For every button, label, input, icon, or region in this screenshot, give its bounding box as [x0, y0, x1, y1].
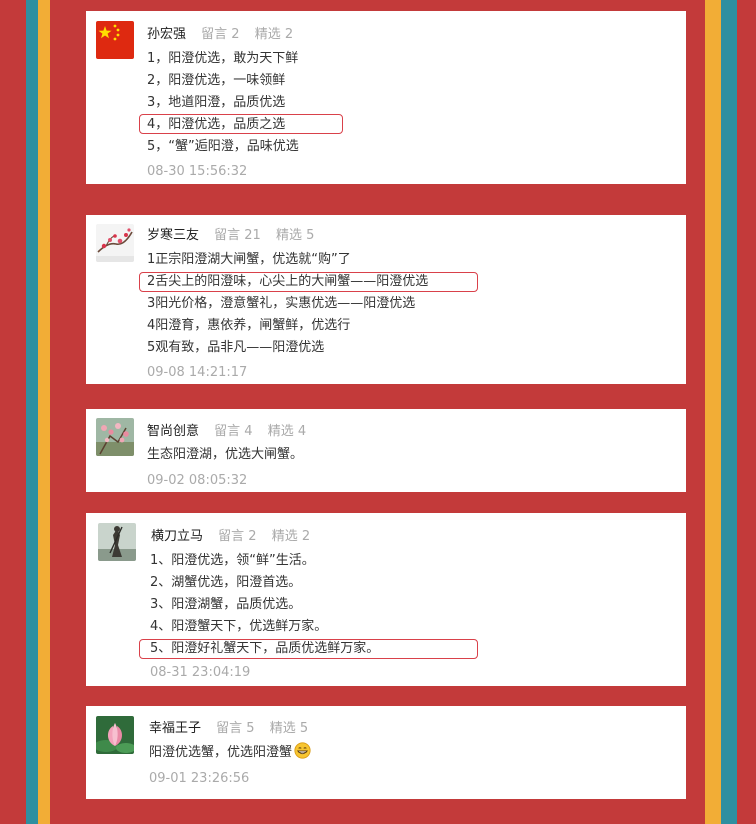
- commenter-name[interactable]: 智尚创意: [147, 424, 199, 439]
- comment-count: 留言 2: [201, 27, 240, 42]
- right-teal-stripe: [721, 0, 737, 824]
- left-teal-stripe: [26, 0, 38, 824]
- commenter-name[interactable]: 孙宏强: [147, 27, 186, 42]
- right-gold-stripe: [705, 0, 721, 824]
- grinning-face-icon: [294, 742, 311, 759]
- left-red-stripe: [0, 0, 26, 824]
- selected-count: 精选 5: [275, 228, 315, 243]
- peach-blossom-icon[interactable]: [96, 418, 134, 456]
- comment-count: 留言 2: [218, 529, 257, 544]
- comment-line-highlighted: 2舌尖上的阳澄味，心尖上的大闸蟹——阳澄优选: [147, 274, 429, 289]
- comment-card: 智尚创意 留言 4 精选 4 生态阳澄湖，优选大闸蟹。 09-02 08:05:…: [86, 409, 686, 492]
- comment-line: 4、阳澄蟹天下，优选鲜万家。: [150, 619, 328, 634]
- commenter-name[interactable]: 幸福王子: [149, 721, 201, 736]
- comment-meta: 岁寒三友 留言 21 精选 5: [147, 224, 314, 243]
- comment-line: 3阳光价格，澄意蟹礼，实惠优选——阳澄优选: [147, 296, 416, 311]
- comment-meta: 智尚创意 留言 4 精选 4: [147, 420, 306, 439]
- comment-line-highlighted: 4，阳澄优选，品质之选: [147, 117, 286, 132]
- comment-line: 2，阳澄优选，一味领鲜: [147, 73, 286, 88]
- comment-count: 留言 5: [216, 721, 255, 736]
- lotus-flower-icon[interactable]: [96, 716, 134, 754]
- comment-body: 生态阳澄湖，优选大闸蟹。: [147, 444, 303, 466]
- comment-timestamp: 09-08 14:21:17: [147, 365, 248, 380]
- comment-card: 幸福王子 留言 5 精选 5 阳澄优选蟹，优选阳澄蟹 09-01 23:26:5…: [86, 706, 686, 799]
- comment-line-highlighted: 5、阳澄好礼蟹天下，品质优选鲜万家。: [150, 641, 380, 656]
- comment-count: 留言 4: [214, 424, 253, 439]
- comment-line: 3、阳澄湖蟹，品质优选。: [150, 597, 302, 612]
- plum-blossom-icon[interactable]: [96, 224, 134, 262]
- comment-timestamp: 09-02 08:05:32: [147, 473, 248, 488]
- left-gold-stripe: [38, 0, 50, 824]
- comment-line-text: 阳澄优选蟹，优选阳澄蟹: [149, 745, 293, 760]
- warrior-figure-icon[interactable]: [98, 523, 136, 561]
- comment-card: 孙宏强 留言 2 精选 2 1，阳澄优选，敢为天下鲜 2，阳澄优选，一味领鲜 3…: [86, 11, 686, 184]
- comment-card: 岁寒三友 留言 21 精选 5 1正宗阳澄湖大闸蟹，优选就“购”了 2舌尖上的阳…: [86, 215, 686, 384]
- comment-meta: 横刀立马 留言 2 精选 2: [151, 525, 310, 544]
- comment-line: 阳澄优选蟹，优选阳澄蟹: [149, 742, 311, 764]
- comment-card: 横刀立马 留言 2 精选 2 1、阳澄优选，领“鲜”生活。 2、湖蟹优选，阳澄首…: [86, 513, 686, 686]
- comment-body: 1正宗阳澄湖大闸蟹，优选就“购”了 2舌尖上的阳澄味，心尖上的大闸蟹——阳澄优选…: [147, 249, 428, 359]
- comment-count: 留言 21: [214, 228, 261, 243]
- selected-count: 精选 4: [267, 424, 307, 439]
- comment-timestamp: 08-31 23:04:19: [150, 665, 251, 680]
- comment-body: 阳澄优选蟹，优选阳澄蟹: [149, 742, 311, 764]
- comment-timestamp: 09-01 23:26:56: [149, 771, 250, 786]
- commenter-name[interactable]: 岁寒三友: [147, 228, 199, 243]
- comment-meta: 孙宏强 留言 2 精选 2: [147, 23, 293, 42]
- comment-body: 1，阳澄优选，敢为天下鲜 2，阳澄优选，一味领鲜 3，地道阳澄，品质优选 4，阳…: [147, 48, 299, 158]
- comment-body: 1、阳澄优选，领“鲜”生活。 2、湖蟹优选，阳澄首选。 3、阳澄湖蟹，品质优选。…: [150, 550, 379, 660]
- comment-line: 5，“蟹”逅阳澄，品味优选: [147, 139, 299, 154]
- comment-timestamp: 08-30 15:56:32: [147, 164, 248, 179]
- selected-count: 精选 2: [271, 529, 311, 544]
- comment-line: 1，阳澄优选，敢为天下鲜: [147, 51, 299, 66]
- selected-count: 精选 5: [269, 721, 309, 736]
- comment-line: 2、湖蟹优选，阳澄首选。: [150, 575, 302, 590]
- comment-line: 4阳澄育，惠依养，闸蟹鲜，优选行: [147, 318, 351, 333]
- comment-line: 3，地道阳澄，品质优选: [147, 95, 286, 110]
- comment-line: 1、阳澄优选，领“鲜”生活。: [150, 553, 315, 568]
- comment-line: 生态阳澄湖，优选大闸蟹。: [147, 447, 304, 462]
- comment-line: 1正宗阳澄湖大闸蟹，优选就“购”了: [147, 252, 351, 267]
- comment-meta: 幸福王子 留言 5 精选 5: [149, 717, 308, 736]
- right-red-stripe: [737, 0, 756, 824]
- chinese-flag-icon[interactable]: [96, 21, 134, 59]
- commenter-name[interactable]: 横刀立马: [151, 529, 203, 544]
- comment-line: 5观有致，品非凡——阳澄优选: [147, 340, 325, 355]
- selected-count: 精选 2: [254, 27, 294, 42]
